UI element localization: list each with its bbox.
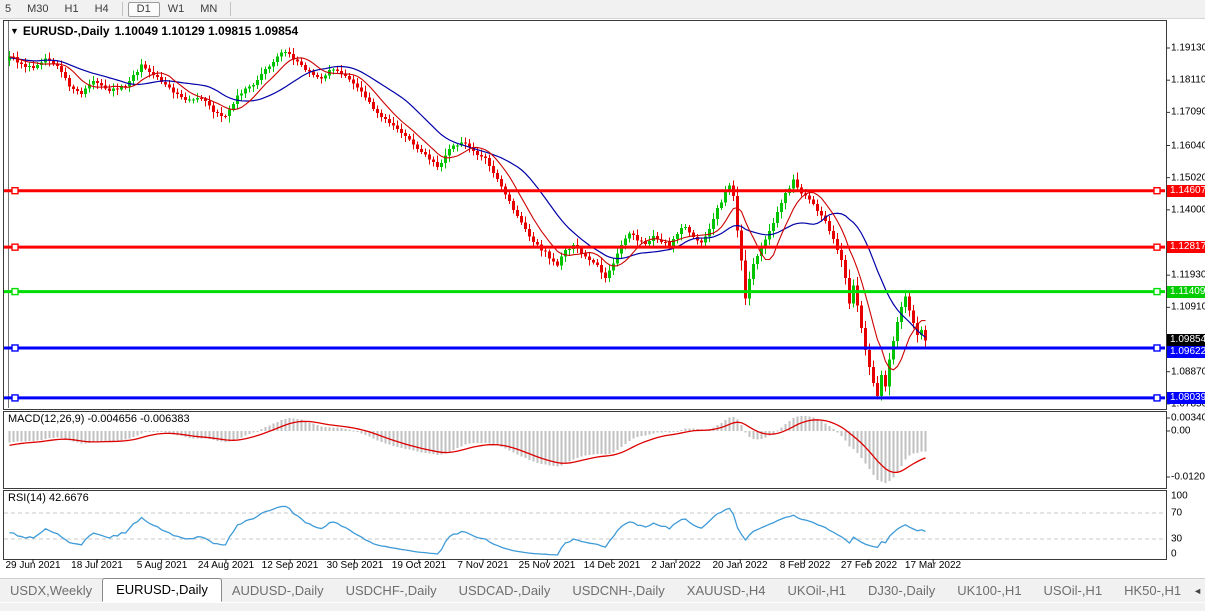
hline-handle	[12, 289, 18, 295]
date-label: 8 Feb 2022	[780, 560, 831, 571]
price-badge-1.09622: 1.09622	[1167, 346, 1205, 358]
date-label: 24 Aug 2021	[198, 560, 254, 571]
price-tick-1.18110: 1.18110	[1171, 75, 1205, 86]
price-tick-1.14000: 1.14000	[1171, 204, 1205, 215]
timeframe-button-m30[interactable]: M30	[19, 2, 56, 17]
hline-handle	[1154, 289, 1160, 295]
tab-scroll-arrows: ◄►	[1193, 580, 1205, 602]
hline-1.12817[interactable]	[4, 244, 1165, 250]
chart-ohlc-values: 1.10049 1.10129 1.09815 1.09854	[115, 24, 299, 38]
hline-handle	[1154, 345, 1160, 351]
rsi-indicator-label: RSI(14) 42.6676	[8, 492, 89, 504]
chart-title: ▼ EURUSD-,Daily 1.10049 1.10129 1.09815 1.…	[10, 24, 303, 38]
tab-uk100-h1[interactable]: UK100-,H1	[947, 580, 1031, 602]
hline-1.11409[interactable]	[4, 289, 1165, 295]
date-label: 27 Feb 2022	[841, 560, 897, 571]
price-tick-1.11930: 1.11930	[1171, 270, 1205, 281]
tab-usdcad-daily[interactable]: USDCAD-,Daily	[449, 580, 561, 602]
date-label: 25 Nov 2021	[519, 560, 576, 571]
tab-xauusd-h4[interactable]: XAUUSD-,H4	[677, 580, 776, 602]
toolbar-separator	[230, 2, 231, 16]
chart-canvas[interactable]	[0, 0, 1205, 610]
hline-1.08039[interactable]	[4, 395, 1165, 401]
hline-handle	[12, 345, 18, 351]
rsi-tick-70: 70	[1171, 508, 1182, 519]
hline-handle	[1154, 244, 1160, 250]
tab-usdcnh-daily[interactable]: USDCNH-,Daily	[562, 580, 674, 602]
date-label: 17 Mar 2022	[905, 560, 961, 571]
macd-tick-0.00: 0.00	[1171, 426, 1190, 437]
price-tick-1.08870: 1.08870	[1171, 366, 1205, 377]
hline-handle	[1154, 188, 1160, 194]
hline-handle	[1154, 395, 1160, 401]
tab-eurusd-daily[interactable]: EURUSD-,Daily	[102, 578, 222, 602]
hline-1.09622[interactable]	[4, 345, 1165, 351]
timeframe-button-h1[interactable]: H1	[57, 2, 87, 17]
chart-dropdown-icon[interactable]: ▼	[10, 26, 19, 36]
ma-slow-line	[10, 58, 926, 338]
rsi-tick-0: 0	[1171, 549, 1177, 560]
tab-usdx-weekly[interactable]: USDX,Weekly	[0, 580, 102, 602]
hline-handle	[12, 244, 18, 250]
date-label: 20 Jan 2022	[712, 560, 767, 571]
macd-signal-line	[10, 420, 926, 473]
date-label: 30 Sep 2021	[327, 560, 384, 571]
date-label: 7 Nov 2021	[457, 560, 508, 571]
price-tick-1.15020: 1.15020	[1171, 172, 1205, 183]
timeframe-button-5[interactable]: 5	[0, 2, 19, 17]
ma-fast-line	[10, 57, 926, 370]
tab-dj30-daily[interactable]: DJ30-,Daily	[858, 580, 945, 602]
timeframe-toolbar: 5M30H1H4 D1W1MN	[0, 0, 1205, 19]
date-label: 12 Sep 2021	[262, 560, 319, 571]
date-label: 19 Oct 2021	[392, 560, 446, 571]
tab-hk50-h1[interactable]: HK50-,H1	[1114, 580, 1191, 602]
toolbar-separator	[122, 2, 123, 16]
tab-ukoil-h1[interactable]: UKOil-,H1	[778, 580, 857, 602]
tab-usoil-h1[interactable]: USOil-,H1	[1034, 580, 1113, 602]
rsi-tick-100: 100	[1171, 491, 1188, 502]
tab-audusd-daily[interactable]: AUDUSD-,Daily	[222, 580, 334, 602]
date-label: 5 Aug 2021	[137, 560, 188, 571]
hline-handle	[12, 395, 18, 401]
date-label: 18 Jul 2021	[71, 560, 123, 571]
tab-usdchf-daily[interactable]: USDCHF-,Daily	[336, 580, 447, 602]
tab-scroll-left-icon[interactable]: ◄	[1193, 586, 1202, 596]
hline-handle	[12, 188, 18, 194]
mt4-window: { "toolbar": { "timeframes": [ {"label":…	[0, 0, 1205, 610]
price-badge-1.09854: 1.09854	[1167, 334, 1205, 346]
price-badge-1.08039: 1.08039	[1167, 392, 1205, 404]
timeframe-button-mn[interactable]: MN	[192, 2, 225, 17]
macd-histogram	[9, 416, 927, 483]
price-badge-1.14607: 1.14607	[1167, 185, 1205, 197]
chart-symbol-label: EURUSD-,Daily	[23, 24, 110, 38]
price-tick-1.10910: 1.10910	[1171, 302, 1205, 313]
timeframe-button-d1[interactable]: D1	[128, 2, 160, 17]
chart-tab-bar: USDX,WeeklyEURUSD-,DailyAUDUSD-,DailyUSD…	[0, 578, 1205, 602]
price-badge-1.11409: 1.11409	[1167, 286, 1205, 298]
hline-1.14607[interactable]	[4, 188, 1165, 194]
date-label: 14 Dec 2021	[584, 560, 641, 571]
date-label: 29 Jun 2021	[5, 560, 60, 571]
timeframe-button-h4[interactable]: H4	[87, 2, 117, 17]
price-tick-1.16040: 1.16040	[1171, 140, 1205, 151]
macd-indicator-label: MACD(12,26,9) -0.004656 -0.006383	[8, 413, 190, 425]
macd-tick--0.01205: -0.01205	[1171, 472, 1205, 483]
price-tick-1.17090: 1.17090	[1171, 107, 1205, 118]
timeframe-button-w1[interactable]: W1	[160, 2, 193, 17]
price-tick-1.19130: 1.19130	[1171, 43, 1205, 54]
rsi-line	[10, 506, 926, 555]
price-badge-1.12817: 1.12817	[1167, 241, 1205, 253]
rsi-tick-30: 30	[1171, 534, 1182, 545]
date-label: 2 Jan 2022	[651, 560, 701, 571]
macd-tick-0.003408: 0.003408	[1171, 413, 1205, 424]
